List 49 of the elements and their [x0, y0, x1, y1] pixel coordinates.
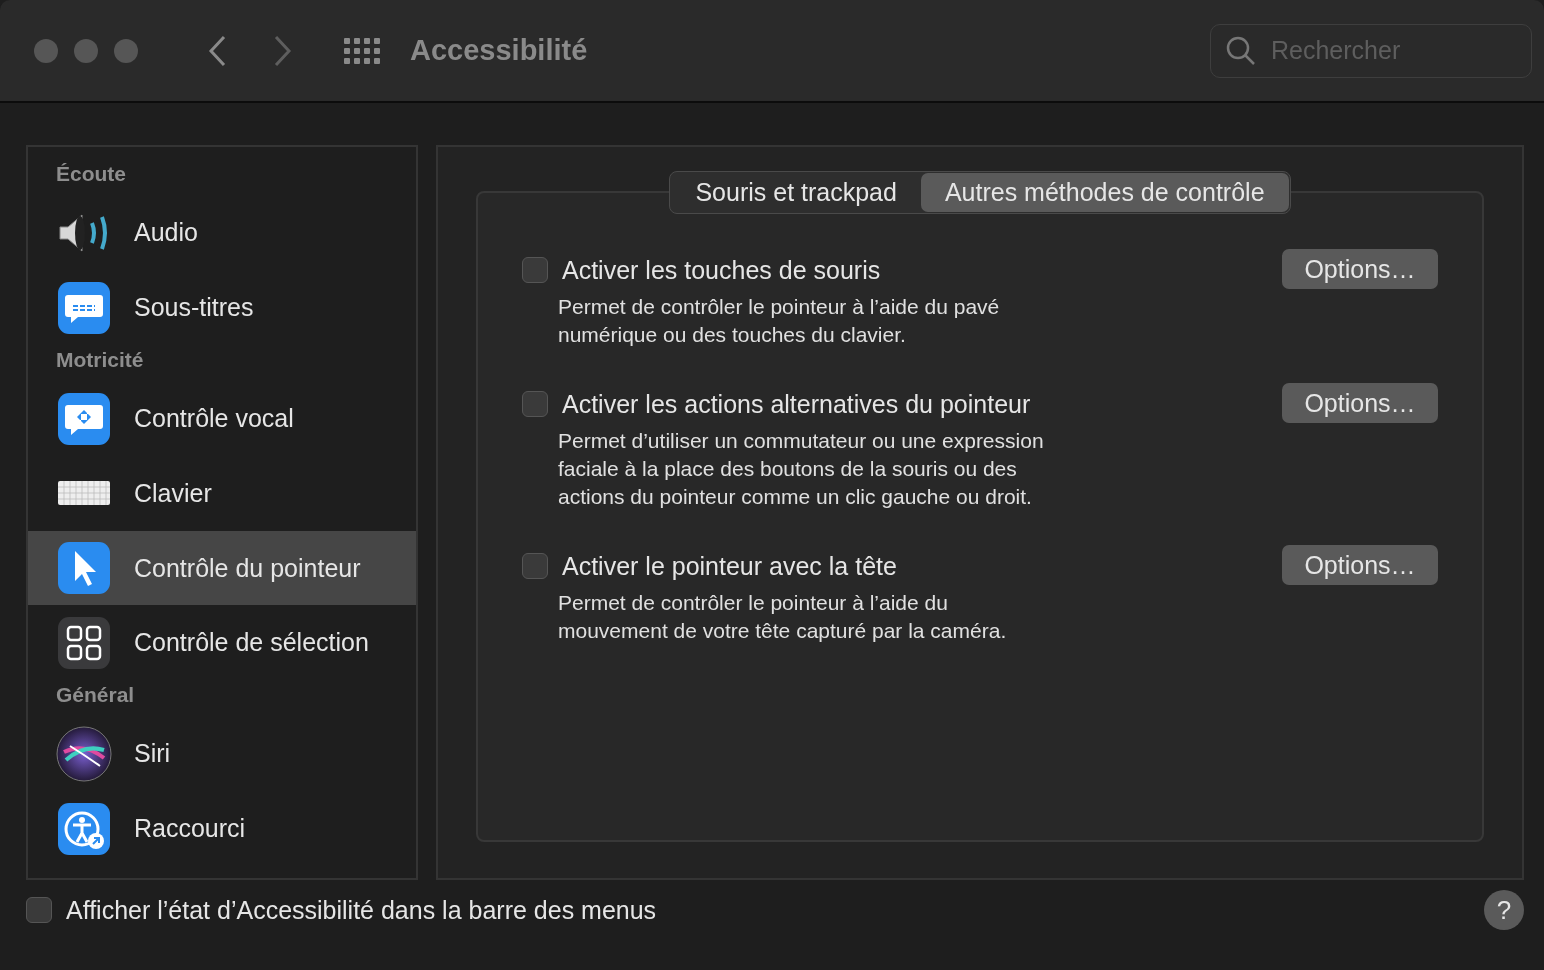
- sidebar-item[interactable]: Contrôle vocal: [28, 381, 416, 456]
- sidebar-item[interactable]: Raccourci: [28, 791, 416, 866]
- sidebar-item[interactable]: Contrôle de sélection: [28, 605, 416, 681]
- options-button[interactable]: Options…: [1282, 383, 1438, 423]
- description: Permet de contrôler le pointeur à l’aide du mouvement de votre tête capturé par la caméra.: [558, 590, 1008, 644]
- speech-bubble-icon: [58, 281, 110, 334]
- section-header: Motricité: [55, 346, 145, 373]
- search-icon: [1226, 35, 1256, 66]
- speech-bubble-icon: [58, 392, 110, 445]
- sidebar-item[interactable]: Audio: [28, 195, 416, 271]
- sidebar-item[interactable]: Sous-titres: [28, 270, 416, 345]
- accessibility-icon: [58, 802, 110, 855]
- window-title: Accessibilité: [410, 34, 588, 67]
- item-label: Raccourci: [134, 814, 246, 844]
- checkbox-label: Activer les touches de souris: [562, 255, 881, 285]
- tab[interactable]: Autres méthodes de contrôle: [920, 173, 1289, 212]
- minimize-button[interactable]: [74, 38, 98, 63]
- description: Permet d’utiliser un commutateur ou une expression faciale à la place des boutons de la souris ou des actions du pointeur comme un clic gauche ou droit.: [558, 428, 1045, 510]
- sidebar-item[interactable]: Clavier: [28, 456, 416, 531]
- section-header: Général: [55, 682, 136, 709]
- help-button[interactable]: ?: [1484, 890, 1524, 930]
- grid-icon[interactable]: [344, 37, 382, 64]
- checkbox[interactable]: [522, 553, 548, 579]
- zoom-button[interactable]: [114, 38, 138, 63]
- checkbox[interactable]: [522, 391, 548, 417]
- sidebar-item[interactable]: Contrôle du pointeur: [28, 530, 416, 606]
- item-label: Contrôle du pointeur: [134, 553, 361, 583]
- keyboard-icon: [58, 481, 110, 506]
- item-label: Contrôle vocal: [134, 404, 294, 434]
- checkbox-label: Activer les actions alternatives du pointeur: [562, 389, 1031, 419]
- item-label: Clavier: [134, 478, 212, 508]
- cursor-icon: [58, 542, 110, 595]
- item-label: Contrôle de sélection: [134, 628, 369, 658]
- options-button[interactable]: Options…: [1282, 545, 1438, 585]
- options-button[interactable]: Options…: [1282, 249, 1438, 289]
- checkbox-label: Activer le pointeur avec la tête: [562, 551, 897, 581]
- item-label: Audio: [134, 218, 198, 248]
- checkbox[interactable]: [522, 257, 548, 283]
- sidebar-item[interactable]: Siri: [28, 716, 416, 792]
- grid-icon: [58, 616, 110, 669]
- close-button[interactable]: [34, 38, 58, 63]
- siri-orb-icon: [56, 725, 112, 782]
- tab[interactable]: Souris et trackpad: [671, 173, 921, 212]
- checkbox-label: Afficher l’état d’Accessibilité dans la barre des menus: [66, 895, 657, 925]
- item-label: Siri: [134, 739, 171, 769]
- description: Permet de contrôler le pointeur à l’aide du pavé numérique ou des touches du clavier.: [558, 294, 1001, 348]
- item-label: Sous-titres: [134, 293, 254, 322]
- checkbox[interactable]: [26, 897, 52, 923]
- section-header: Écoute: [55, 161, 127, 187]
